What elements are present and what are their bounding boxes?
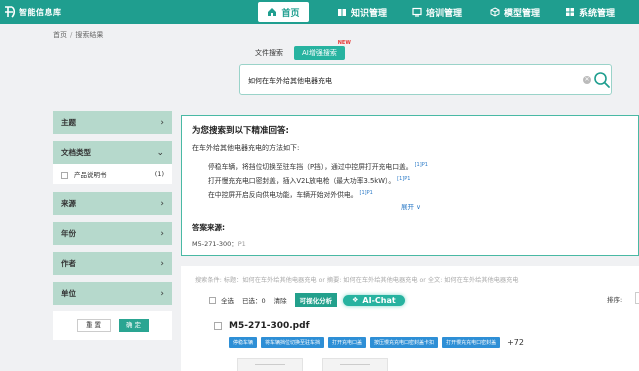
answer-line-text: 在中控屏开启反向供电功能，车辆开始对外供电。 [208, 191, 358, 199]
brand-logo[interactable]: 智能信息库 [4, 5, 62, 19]
answer-intro: 在车外给其他电器充电的方法如下: [192, 144, 300, 152]
citation-link[interactable]: [1]P1 [360, 190, 373, 196]
ai-spark-icon: ❖ [352, 296, 359, 304]
nav-knowledge[interactable]: 知识管理 [337, 0, 387, 24]
facet-author[interactable]: 作者 › [53, 252, 172, 275]
tab-file-search[interactable]: 文件搜索 [250, 48, 288, 62]
citation-link[interactable]: [1]P1 [415, 162, 428, 168]
facet-source[interactable]: 来源 › [53, 192, 172, 215]
ai-answer-panel: 为您搜索到以下精准回答: 在车外给其他电器充电的方法如下: 停稳车辆，将挡位切换… [181, 115, 639, 256]
facet-doc-type-label: 文档类型 [61, 148, 91, 157]
answer-line-text: 停稳车辆，将挡位切换至驻车挡（P挡），通过中控屏打开充电口盖。 [208, 163, 413, 171]
breadcrumb-home[interactable]: 首页 [53, 31, 67, 39]
answer-source-page: P1 [237, 240, 246, 248]
checkbox[interactable] [61, 171, 68, 179]
search-mode-tabs: 文件搜索 AI增强搜索 NEW [250, 40, 351, 62]
ai-chat-button[interactable]: ❖ AI-Chat [343, 294, 405, 306]
nav-model-label: 模型管理 [504, 8, 541, 19]
clear-search-button[interactable]: ✕ [583, 76, 591, 84]
nav-system-label: 系统管理 [579, 8, 616, 19]
brand-name: 智能信息库 [19, 7, 62, 17]
chevron-right-icon: › [160, 228, 164, 239]
selected-count: 已选：0 [242, 297, 266, 305]
nav-knowledge-label: 知识管理 [351, 8, 388, 19]
page-thumbnail[interactable] [322, 358, 388, 371]
sort-select[interactable] [635, 292, 639, 304]
facet-year-label: 年份 [61, 229, 76, 238]
facet-option-manual[interactable]: 产品说明书 (1) [53, 164, 172, 184]
top-navbar: 智能信息库 首页 知识管理 培训管理 模型管理 系统管理 [0, 0, 639, 24]
results-toolbar: 全选 已选：0 清除 可视化分析 ❖ AI-Chat [209, 293, 405, 307]
keyword-tag[interactable]: 打开慢充充电口密封盖 [442, 337, 501, 348]
chevron-right-icon: › [160, 288, 164, 299]
facet-doc-type[interactable]: 文档类型 ⌄ [53, 141, 172, 164]
tab-ai-search[interactable]: AI增强搜索 NEW [294, 40, 351, 60]
facet-option-label: 产品说明书 [74, 171, 107, 179]
nav-home[interactable]: 首页 [258, 2, 309, 22]
facet-topic[interactable]: 主题 › [53, 111, 172, 134]
results-panel: 搜索条件: 标题：如何在车外给其他电器充电 or 摘要: 如何在车外给其他电器充… [181, 266, 639, 371]
keyword-tag[interactable]: 停稳车辆 [229, 337, 258, 348]
search-box: 如何在车外给其他电器充电 ✕ [239, 64, 612, 95]
reset-button[interactable]: 重 置 [76, 319, 111, 332]
result-title[interactable]: M5-271-300.pdf [229, 321, 309, 331]
breadcrumb-separator: / [70, 31, 73, 39]
cube-icon [490, 7, 500, 17]
select-all-label: 全选 [221, 297, 234, 305]
more-tags-count[interactable]: +72 [507, 338, 524, 347]
keyword-tag[interactable]: 按压慢充充电口密封盖卡扣 [370, 337, 439, 348]
select-all-checkbox[interactable] [209, 296, 216, 304]
breadcrumb: 首页 / 搜索结果 [53, 30, 103, 40]
tab-ai-search-label: AI增强搜索 [302, 49, 337, 57]
visual-analysis-button[interactable]: 可视化分析 [294, 293, 338, 307]
ai-chat-label: AI-Chat [362, 295, 396, 305]
citation-link[interactable]: [1]P1 [397, 176, 410, 182]
facet-option-count: (1) [154, 170, 164, 178]
sort-label: 排序: [607, 296, 623, 304]
chevron-down-icon: ⌄ [156, 147, 164, 158]
answer-line: 打开慢充充电口密封盖，插入V2L放电枪（最大功率3.5kW）。 [1]P1 [208, 175, 410, 185]
expand-answer-link[interactable]: 展开 ∨ [401, 201, 421, 211]
new-badge: NEW [337, 40, 351, 46]
facet-source-label: 来源 [61, 199, 76, 208]
home-icon [268, 8, 277, 16]
book-icon [338, 9, 346, 16]
keyword-tag[interactable]: 打开充电口盖 [328, 337, 367, 348]
answer-source[interactable]: M5-271-300：P1 [192, 238, 246, 248]
monitor-icon [412, 7, 422, 17]
page-thumbnail[interactable] [237, 358, 303, 371]
facet-org[interactable]: 单位 › [53, 282, 172, 305]
nav-training[interactable]: 培训管理 [412, 0, 462, 24]
confirm-button[interactable]: 确 定 [118, 319, 149, 332]
nav-training-label: 培训管理 [426, 8, 463, 19]
nav-home-label: 首页 [281, 8, 300, 19]
facet-year[interactable]: 年份 › [53, 222, 172, 245]
result-tags: 停稳车辆 将车辆挡位切换至驻车挡 打开充电口盖 按压慢充充电口密封盖卡扣 打开慢… [229, 337, 524, 348]
facet-author-label: 作者 [61, 259, 76, 268]
logo-icon [5, 6, 16, 18]
facet-sidebar: 主题 › 文档类型 ⌄ 产品说明书 (1) 来源 › 年份 › 作者 › 单位 … [53, 111, 172, 340]
chevron-right-icon: › [160, 117, 164, 128]
answer-title: 为您搜索到以下精准回答: [192, 126, 289, 136]
result-checkbox[interactable] [214, 322, 222, 330]
search-input[interactable]: 如何在车外给其他电器充电 [248, 76, 332, 86]
chevron-right-icon: › [160, 258, 164, 269]
answer-source-label: 答案来源: [192, 223, 225, 232]
answer-line-text: 打开慢充充电口密封盖，插入V2L放电枪（最大功率3.5kW）。 [208, 177, 396, 185]
facet-org-label: 单位 [61, 289, 76, 298]
facet-actions: 重 置 确 定 [53, 311, 172, 340]
keyword-tag[interactable]: 将车辆挡位切换至驻车挡 [261, 337, 325, 348]
nav-system[interactable]: 系统管理 [565, 0, 615, 24]
search-conditions: 搜索条件: 标题：如何在车外给其他电器充电 or 摘要: 如何在车外给其他电器充… [195, 277, 519, 284]
answer-line: 停稳车辆，将挡位切换至驻车挡（P挡），通过中控屏打开充电口盖。 [1]P1 [208, 161, 428, 171]
search-icon[interactable] [593, 71, 611, 89]
nav-model[interactable]: 模型管理 [490, 0, 540, 24]
breadcrumb-current: 搜索结果 [75, 31, 104, 39]
answer-line: 在中控屏开启反向供电功能，车辆开始对外供电。 [1]P1 [208, 189, 373, 199]
grid-icon [566, 8, 574, 16]
chevron-right-icon: › [160, 198, 164, 209]
clear-selection-link[interactable]: 清除 [274, 295, 287, 305]
facet-topic-label: 主题 [61, 118, 76, 127]
answer-source-doc: M5-271-300： [192, 240, 238, 248]
